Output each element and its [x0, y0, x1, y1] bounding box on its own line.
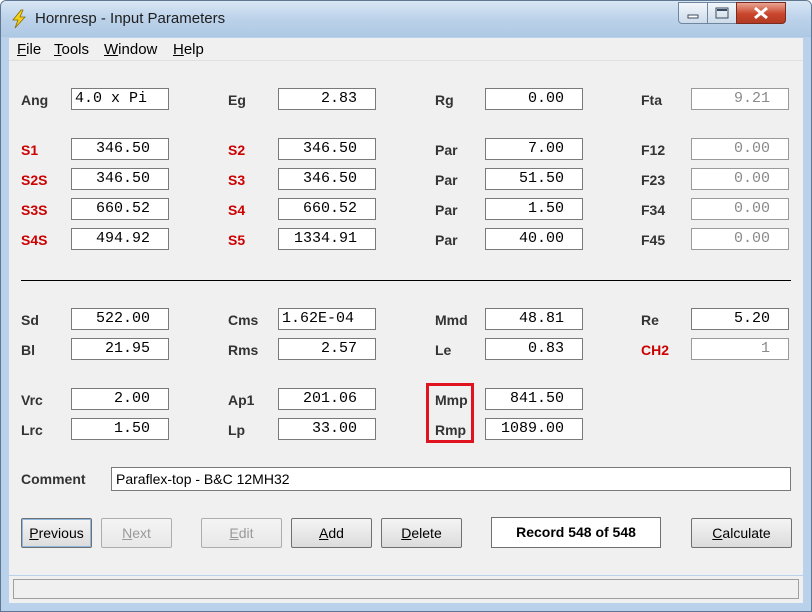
par1-field[interactable]: 7.00: [485, 138, 583, 160]
s2s-label: S2S: [21, 172, 48, 188]
ap1-field[interactable]: 201.06: [278, 388, 376, 410]
s2-field[interactable]: 346.50: [278, 138, 376, 160]
menu-tools[interactable]: Tools: [54, 41, 89, 58]
s1-label: S1: [21, 142, 39, 158]
s1-field[interactable]: 346.50: [71, 138, 169, 160]
re-field[interactable]: 5.20: [691, 308, 789, 330]
menu-help[interactable]: Help: [173, 41, 204, 58]
close-button[interactable]: [736, 2, 786, 24]
s3s-label: S3S: [21, 202, 48, 218]
cms-field[interactable]: 1.62E-04: [278, 308, 376, 330]
s4-field[interactable]: 660.52: [278, 198, 376, 220]
comment-label: Comment: [21, 471, 86, 487]
par4-label: Par: [435, 232, 458, 248]
menu-file[interactable]: File: [17, 41, 41, 58]
status-bar: [9, 576, 803, 603]
bl-label: Bl: [21, 342, 35, 358]
rms-label: Rms: [228, 342, 259, 358]
menu-window[interactable]: Window: [104, 41, 157, 58]
ang-field[interactable]: 4.0 x Pi: [71, 88, 169, 110]
s3-label: S3: [228, 172, 246, 188]
s5-label: S5: [228, 232, 246, 248]
s3-field[interactable]: 346.50: [278, 168, 376, 190]
s5-field[interactable]: 1334.91: [278, 228, 376, 250]
calculate-button[interactable]: Calculate: [691, 518, 792, 548]
eg-field[interactable]: 2.83: [278, 88, 376, 110]
sd-label: Sd: [21, 312, 39, 328]
input-parameters-panel: Ang 4.0 x Pi Eg 2.83 Rg 0.00 Fta 9.21 S1…: [9, 61, 803, 575]
app-window: Hornresp - Input Parameters File Tools W…: [0, 0, 812, 612]
mmp-field[interactable]: 841.50: [485, 388, 583, 410]
le-label: Le: [435, 342, 452, 358]
par1-label: Par: [435, 142, 458, 158]
edit-button[interactable]: Edit: [201, 518, 282, 548]
fta-label: Fta: [641, 92, 662, 108]
s4-label: S4: [228, 202, 246, 218]
previous-button[interactable]: Previous: [21, 518, 92, 548]
lp-field[interactable]: 33.00: [278, 418, 376, 440]
re-label: Re: [641, 312, 659, 328]
ch2-label: CH2: [641, 342, 670, 358]
title-bar[interactable]: Hornresp - Input Parameters: [1, 1, 811, 37]
lrc-label: Lrc: [21, 422, 43, 438]
add-button[interactable]: Add: [291, 518, 372, 548]
f23-label: F23: [641, 172, 666, 188]
le-field[interactable]: 0.83: [485, 338, 583, 360]
vrc-label: Vrc: [21, 392, 43, 408]
s2-label: S2: [228, 142, 246, 158]
delete-button[interactable]: Delete: [381, 518, 462, 548]
status-pane: [13, 579, 799, 599]
maximize-button[interactable]: [707, 2, 737, 24]
mmd-field[interactable]: 48.81: [485, 308, 583, 330]
f45-label: F45: [641, 232, 666, 248]
ap1-label: Ap1: [228, 392, 255, 408]
highlight-box: [426, 383, 474, 443]
ch2-field: 1: [691, 338, 789, 360]
rmp-field[interactable]: 1089.00: [485, 418, 583, 440]
minimize-icon: [687, 14, 699, 19]
par3-field[interactable]: 1.50: [485, 198, 583, 220]
sd-field[interactable]: 522.00: [71, 308, 169, 330]
close-icon: [754, 6, 768, 20]
rg-label: Rg: [435, 92, 454, 108]
next-button[interactable]: Next: [101, 518, 172, 548]
f34-label: F34: [641, 202, 666, 218]
ang-label: Ang: [21, 92, 49, 108]
section-divider: [21, 280, 791, 281]
comment-field[interactable]: Paraflex-top - B&C 12MH32: [111, 467, 791, 491]
f34-field: 0.00: [691, 198, 789, 220]
lrc-field[interactable]: 1.50: [71, 418, 169, 440]
f23-field: 0.00: [691, 168, 789, 190]
vrc-field[interactable]: 2.00: [71, 388, 169, 410]
menu-bar: File Tools Window Help: [9, 38, 803, 61]
f12-field: 0.00: [691, 138, 789, 160]
mmd-label: Mmd: [435, 312, 468, 328]
fta-field: 9.21: [691, 88, 789, 110]
par2-label: Par: [435, 172, 458, 188]
minimize-button[interactable]: [678, 2, 708, 24]
s2s-field[interactable]: 346.50: [71, 168, 169, 190]
rms-field[interactable]: 2.57: [278, 338, 376, 360]
record-indicator: Record 548 of 548: [491, 517, 661, 548]
par4-field[interactable]: 40.00: [485, 228, 583, 250]
bl-field[interactable]: 21.95: [71, 338, 169, 360]
f45-field: 0.00: [691, 228, 789, 250]
lightning-bolt-icon: [9, 9, 29, 29]
window-title: Hornresp - Input Parameters: [35, 10, 226, 27]
rg-field[interactable]: 0.00: [485, 88, 583, 110]
eg-label: Eg: [228, 92, 246, 108]
maximize-icon: [715, 7, 729, 19]
par2-field[interactable]: 51.50: [485, 168, 583, 190]
par3-label: Par: [435, 202, 458, 218]
s4s-label: S4S: [21, 232, 48, 248]
cms-label: Cms: [228, 312, 259, 328]
s4s-field[interactable]: 494.92: [71, 228, 169, 250]
lp-label: Lp: [228, 422, 246, 438]
f12-label: F12: [641, 142, 666, 158]
s3s-field[interactable]: 660.52: [71, 198, 169, 220]
